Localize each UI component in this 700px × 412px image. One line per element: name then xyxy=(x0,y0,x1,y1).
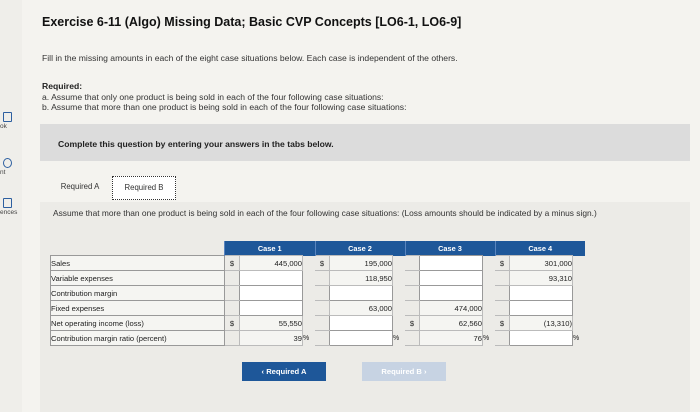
case4-net-operating-income: (13,310) xyxy=(509,315,573,331)
case2-cm-ratio-input[interactable] xyxy=(329,330,393,346)
table-row: Contribution margin xyxy=(50,285,586,301)
page-title: Exercise 6-11 (Algo) Missing Data; Basic… xyxy=(42,15,462,29)
table-row: Sales $ 445,000 $ 195,000 $ 301,000 xyxy=(50,255,586,271)
sidebar-item-label: nt xyxy=(0,169,6,176)
case2-sales: 195,000 xyxy=(329,255,393,271)
header-case-2: Case 2 xyxy=(314,241,405,256)
dollar-sign: $ xyxy=(315,255,330,271)
sidebar-item-references[interactable]: ences xyxy=(0,198,22,216)
dollar-sign: $ xyxy=(224,315,240,331)
case3-variable-expenses-input[interactable] xyxy=(419,270,483,286)
case2-fixed-expenses: 63,000 xyxy=(329,300,393,316)
book-icon xyxy=(3,112,12,122)
banner-text: Complete this question by entering your … xyxy=(58,139,334,149)
intro-text: Fill in the missing amounts in each of t… xyxy=(42,53,458,63)
case1-net-operating-income: 55,550 xyxy=(239,315,303,331)
instruction-banner: Complete this question by entering your … xyxy=(40,124,690,161)
percent-sign: % xyxy=(393,334,400,342)
case4-cm-ratio-input[interactable] xyxy=(509,330,573,346)
required-heading: Required: xyxy=(42,81,83,91)
case1-variable-expenses-input[interactable] xyxy=(239,270,303,286)
case1-fixed-expenses-input[interactable] xyxy=(239,300,303,316)
case3-net-operating-income: 62,560 xyxy=(419,315,483,331)
case2-variable-expenses: 118,950 xyxy=(329,270,393,286)
cvp-table: Case 1 Case 2 Case 3 Case 4 Sales $ 445,… xyxy=(50,241,585,346)
case2-contribution-margin-input[interactable] xyxy=(329,285,393,301)
table-row: Variable expenses 118,950 93,310 xyxy=(50,270,586,286)
dollar-sign: $ xyxy=(495,315,510,331)
tab-instruction: Assume that more than one product is bei… xyxy=(53,208,597,218)
tab-required-a[interactable]: Required A xyxy=(50,176,110,198)
chevron-left-icon: ‹ xyxy=(261,367,265,376)
case4-contribution-margin-input[interactable] xyxy=(509,285,573,301)
prev-required-a-button[interactable]: ‹ Required A xyxy=(242,362,326,381)
dollar-sign: $ xyxy=(495,255,510,271)
prev-button-label: Required A xyxy=(266,367,307,376)
table-row: Fixed expenses 63,000 474,000 xyxy=(50,300,586,316)
row-label: Contribution margin ratio (percent) xyxy=(50,330,225,346)
sidebar-item-ebook[interactable]: ok xyxy=(0,112,22,130)
left-sidebar: ok nt ences xyxy=(0,0,22,412)
references-icon xyxy=(3,198,12,208)
percent-sign: % xyxy=(483,334,490,342)
percent-sign: % xyxy=(303,334,310,342)
row-label: Net operating income (loss) xyxy=(50,315,225,331)
next-required-b-button[interactable]: Required B › xyxy=(362,362,446,381)
header-case-3: Case 3 xyxy=(404,241,495,256)
row-label: Sales xyxy=(50,255,225,271)
case3-fixed-expenses: 474,000 xyxy=(419,300,483,316)
table-row: Net operating income (loss) $ 55,550 $ 6… xyxy=(50,315,586,331)
case3-contribution-margin-input[interactable] xyxy=(419,285,483,301)
sidebar-item-label: ences xyxy=(0,209,18,216)
print-icon xyxy=(3,158,12,168)
case4-variable-expenses: 93,310 xyxy=(509,270,573,286)
header-case-1: Case 1 xyxy=(224,241,315,256)
case1-cm-ratio: 39 xyxy=(239,330,303,346)
header-case-4: Case 4 xyxy=(494,241,585,256)
case1-sales: 445,000 xyxy=(239,255,303,271)
sidebar-item-label: ok xyxy=(0,123,7,130)
row-label: Fixed expenses xyxy=(50,300,225,316)
case2-net-operating-income-input[interactable] xyxy=(329,315,393,331)
case1-contribution-margin-input[interactable] xyxy=(239,285,303,301)
row-label: Contribution margin xyxy=(50,285,225,301)
required-a-text: a. Assume that only one product is being… xyxy=(42,92,384,102)
tab-content: Assume that more than one product is bei… xyxy=(40,202,690,412)
row-label: Variable expenses xyxy=(50,270,225,286)
case3-cm-ratio: 76 xyxy=(419,330,483,346)
dollar-sign: $ xyxy=(224,255,240,271)
case4-fixed-expenses-input[interactable] xyxy=(509,300,573,316)
tab-required-b[interactable]: Required B xyxy=(112,176,176,200)
dollar-sign: $ xyxy=(405,315,420,331)
case4-sales: 301,000 xyxy=(509,255,573,271)
case3-sales-input[interactable] xyxy=(419,255,483,271)
percent-sign: % xyxy=(573,334,580,342)
required-b-text: b. Assume that more than one product is … xyxy=(42,102,407,112)
tab-bar: Required A Required B xyxy=(40,172,690,202)
table-row: Contribution margin ratio (percent) 39 %… xyxy=(50,330,586,346)
sidebar-item-print[interactable]: nt xyxy=(0,158,22,176)
chevron-right-icon: › xyxy=(424,367,427,376)
next-button-label: Required B xyxy=(381,367,422,376)
